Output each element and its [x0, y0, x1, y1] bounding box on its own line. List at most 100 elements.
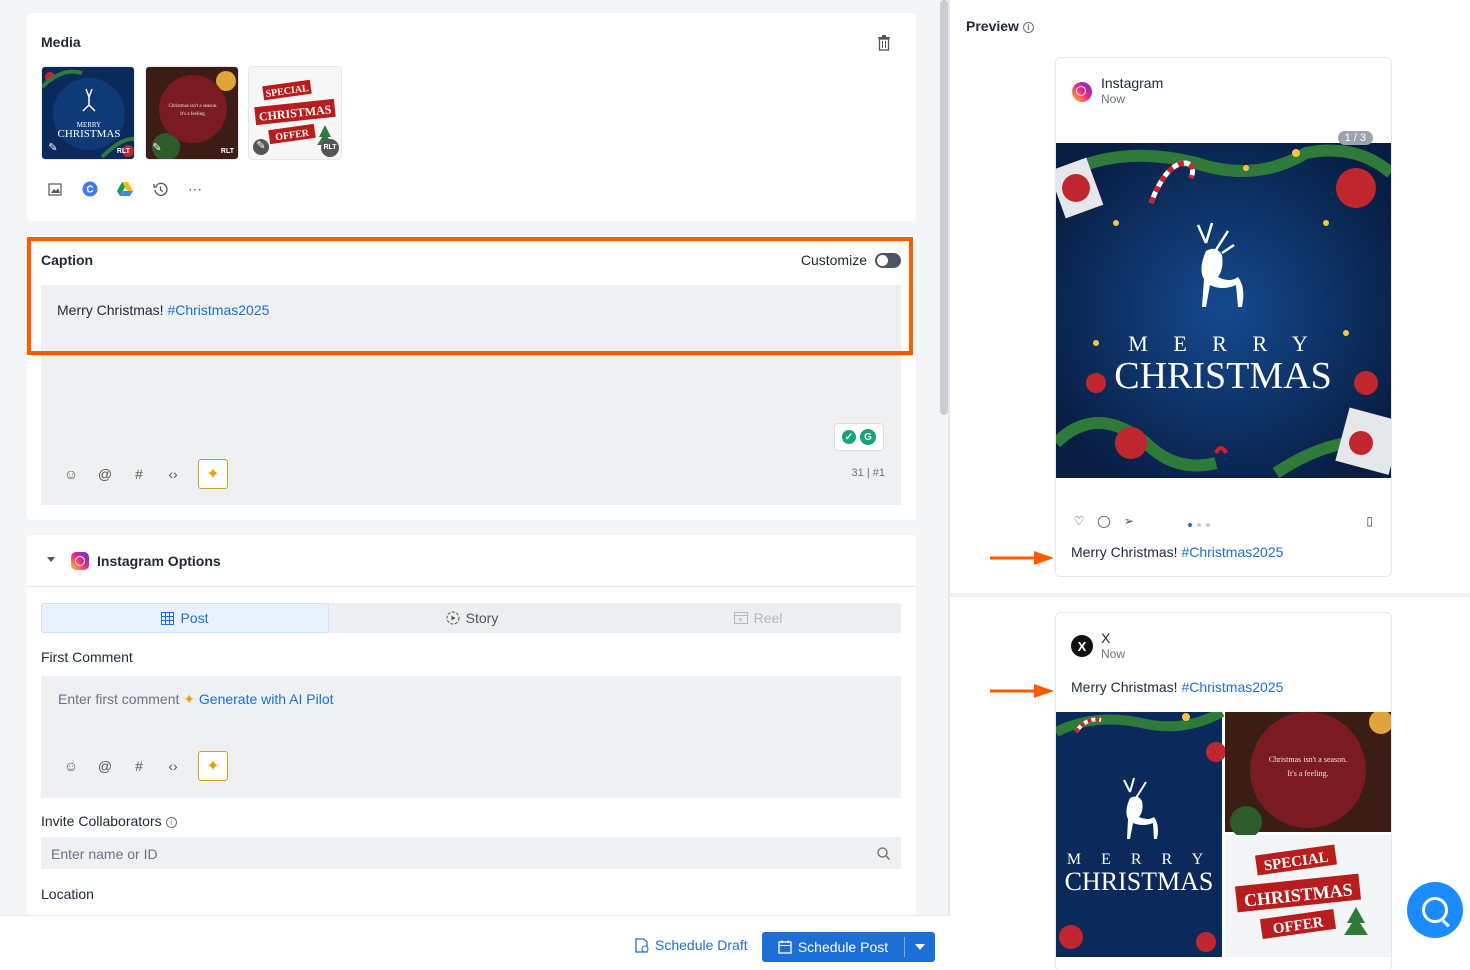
- carousel-dot: [1188, 523, 1192, 527]
- mention-icon[interactable]: @: [96, 757, 114, 775]
- first-comment-toolbar: ☺ @ # ‹› ✦: [62, 751, 228, 781]
- history-icon[interactable]: [152, 181, 168, 197]
- google-drive-icon[interactable]: [117, 181, 133, 197]
- x-post-time: Now: [1101, 647, 1126, 661]
- x-img2-quote: Christmas isn't a season.: [1269, 755, 1347, 764]
- sparkle-icon: ✦: [183, 691, 195, 707]
- tab-post-label: Post: [180, 610, 209, 626]
- x-preview-card: X X Now Merry Christmas! #Christmas2025 …: [1055, 612, 1392, 970]
- preview-title-text: Preview: [966, 18, 1019, 34]
- image-upload-icon[interactable]: [47, 181, 63, 197]
- annotation-arrow: [990, 551, 1054, 565]
- tab-reel-label: Reel: [753, 610, 783, 626]
- customize-label: Customize: [800, 252, 867, 268]
- post-actions: ♡ ◯ ➢: [1072, 514, 1136, 528]
- collaborators-input[interactable]: Enter name or ID: [41, 837, 901, 869]
- caption-body: Merry Christmas!: [57, 302, 168, 318]
- collapse-caret-icon[interactable]: [47, 557, 55, 562]
- ai-sparkle-button[interactable]: ✦: [198, 751, 228, 781]
- preview-caption-hashtag: #Christmas2025: [1181, 544, 1284, 560]
- schedule-draft-button[interactable]: Schedule Draft: [635, 937, 748, 953]
- heart-icon[interactable]: ♡: [1072, 514, 1086, 528]
- more-icon[interactable]: ⋯: [187, 181, 203, 197]
- edit-pencil-icon[interactable]: ✎: [150, 141, 164, 155]
- chevron-down-icon: [915, 944, 925, 950]
- hashtag-icon[interactable]: #: [130, 465, 148, 483]
- thumb-badge: RLT: [116, 148, 130, 155]
- tab-post[interactable]: Post: [41, 603, 329, 633]
- caption-editor-toolbar: ☺ @ # ‹› ✦: [62, 459, 228, 489]
- ai-sparkle-button[interactable]: ✦: [198, 459, 228, 489]
- reel-icon: [733, 612, 748, 624]
- x-caption-hashtag: #Christmas2025: [1181, 679, 1284, 695]
- grammarly-widget[interactable]: ✓ G: [834, 423, 884, 451]
- edit-pencil-icon[interactable]: ✎: [46, 141, 60, 155]
- instagram-options-header[interactable]: Instagram Options: [27, 535, 916, 587]
- instagram-options-section: Instagram Options Post Story Reel First …: [27, 535, 916, 915]
- thumb-text-line: Christmas isn't a season.: [169, 104, 218, 109]
- help-chat-button[interactable]: [1407, 882, 1463, 938]
- schedule-post-button[interactable]: Schedule Post: [762, 932, 935, 962]
- instagram-post-time: Now: [1101, 92, 1126, 106]
- tab-story-label: Story: [465, 610, 499, 626]
- comment-icon[interactable]: ◯: [1097, 514, 1111, 528]
- caption-editor[interactable]: Merry Christmas! #Christmas2025 ✓ G ☺ @ …: [41, 285, 901, 505]
- x-preview-image-grid[interactable]: M E R R Y CHRISTMAS Christmas isn't a se…: [1056, 712, 1391, 957]
- carousel-dot: [1206, 523, 1210, 527]
- schedule-post-main[interactable]: Schedule Post: [762, 937, 905, 957]
- code-icon[interactable]: ‹›: [164, 757, 182, 775]
- caption-title: Caption: [41, 252, 94, 268]
- schedule-dropdown-button[interactable]: [905, 944, 935, 950]
- editor-panel: Media MERRY CHRISTMAS ✎ RLT Christmas is…: [0, 0, 940, 915]
- grammarly-logo-icon: G: [860, 429, 876, 445]
- thumb-badge: RLT: [321, 139, 339, 157]
- preview-title: Preview i: [966, 18, 1034, 34]
- instagram-preview-image[interactable]: M E R R Y CHRISTMAS: [1056, 143, 1391, 478]
- send-icon[interactable]: ➢: [1122, 514, 1136, 528]
- mention-icon[interactable]: @: [96, 465, 114, 483]
- emoji-icon[interactable]: ☺: [62, 465, 80, 483]
- grammarly-bulb-icon: ✓: [842, 430, 856, 444]
- image-text-christmas: CHRISTMAS: [1114, 355, 1332, 397]
- image-text-merry: M E R R Y: [1128, 331, 1317, 356]
- location-label: Location: [41, 886, 94, 902]
- tab-story[interactable]: Story: [329, 603, 615, 633]
- preview-panel: Preview i Instagram Now 1 / 3 M E R R Y …: [950, 0, 1470, 970]
- bookmark-icon[interactable]: ▯: [1366, 514, 1373, 528]
- emoji-icon[interactable]: ☺: [62, 757, 80, 775]
- code-icon[interactable]: ‹›: [164, 465, 182, 483]
- trash-icon[interactable]: [877, 35, 891, 51]
- invite-collaborators-text: Invite Collaborators: [41, 813, 162, 829]
- canva-icon[interactable]: C: [82, 181, 98, 197]
- media-thumb-special-offer[interactable]: SPECIAL CHRISTMAS OFFER ✎ RLT: [248, 66, 342, 160]
- info-icon[interactable]: i: [165, 816, 177, 828]
- footer-action-bar: Schedule Draft Schedule Post: [0, 915, 950, 970]
- editor-scrollbar[interactable]: [940, 0, 948, 415]
- hashtag-icon[interactable]: #: [130, 757, 148, 775]
- first-comment-placeholder: Enter first comment ✦ Generate with AI P…: [58, 691, 334, 708]
- preview-caption-body: Merry Christmas!: [1071, 544, 1182, 560]
- caption-text[interactable]: Merry Christmas! #Christmas2025: [57, 302, 269, 318]
- first-comment-field[interactable]: Enter first comment ✦ Generate with AI P…: [41, 676, 901, 798]
- media-thumb-merry-christmas[interactable]: MERRY CHRISTMAS ✎ RLT: [41, 66, 135, 160]
- caption-hashtag: #Christmas2025: [167, 302, 270, 318]
- char-count: 31: [851, 467, 864, 479]
- customize-toggle[interactable]: [875, 252, 901, 268]
- x-img1-merry: M E R R Y: [1067, 851, 1211, 868]
- collaborators-placeholder: Enter name or ID: [51, 846, 158, 862]
- x-preview-caption: Merry Christmas! #Christmas2025: [1071, 679, 1283, 695]
- x-account-name: X: [1101, 630, 1111, 646]
- thumb-text-line: It's a feeling.: [180, 112, 206, 117]
- first-comment-placeholder-text: Enter first comment: [58, 691, 180, 707]
- invite-collaborators-label: Invite Collaborators i: [41, 813, 177, 829]
- chat-help-icon: [1422, 897, 1448, 923]
- carousel-dots: [1188, 523, 1210, 527]
- media-thumb-christmas-quote[interactable]: Christmas isn't a season. It's a feeling…: [145, 66, 239, 160]
- caption-section: Caption Customize Merry Christmas! #Chri…: [27, 235, 916, 520]
- edit-pencil-icon[interactable]: ✎: [253, 139, 269, 155]
- instagram-account-name: Instagram: [1101, 75, 1164, 91]
- tab-reel[interactable]: Reel: [615, 603, 901, 633]
- generate-ai-link[interactable]: Generate with AI Pilot: [199, 691, 334, 707]
- search-icon[interactable]: [877, 847, 890, 860]
- info-icon[interactable]: i: [1022, 21, 1034, 33]
